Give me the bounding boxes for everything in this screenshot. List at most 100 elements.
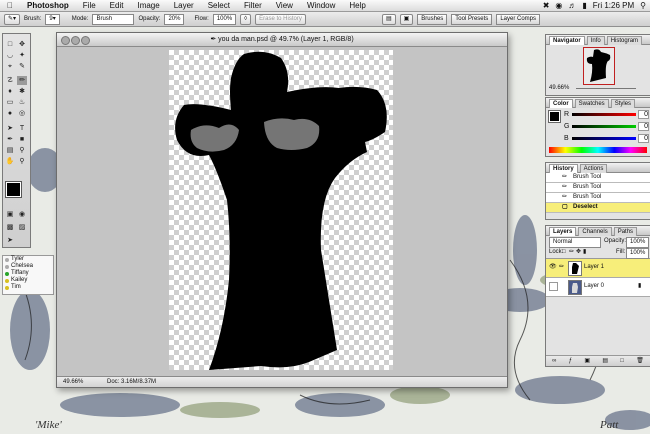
layer-row-layer-0[interactable]: Layer 0 ▮ (546, 278, 650, 297)
fill-input[interactable]: 100% (626, 248, 650, 259)
menu-select[interactable]: Select (201, 1, 237, 10)
volume-icon[interactable]: ♬ (568, 1, 576, 10)
navigator-thumbnail[interactable] (583, 47, 615, 85)
palette-well-tool-presets[interactable]: Tool Presets (451, 13, 493, 25)
tool-preset-picker[interactable]: ✎▾ (4, 13, 21, 25)
menu-layer[interactable]: Layer (167, 1, 201, 10)
palette-well-brushes[interactable]: Brushes (417, 13, 448, 25)
image-canvas[interactable] (169, 50, 393, 370)
standard-mode-icon[interactable]: ▣ (5, 210, 15, 219)
menu-image[interactable]: Image (130, 1, 166, 10)
new-layer-icon[interactable]: □ (620, 356, 624, 366)
erase-to-history-checkbox[interactable]: Erase to History (255, 13, 306, 25)
tab-paths[interactable]: Paths (613, 227, 638, 236)
full-screen-mode-icon[interactable]: ▨ (17, 223, 27, 232)
eyedropper-tool-icon[interactable]: ⚲ (17, 146, 27, 155)
app-menu[interactable]: Photoshop (20, 1, 76, 10)
dodge-tool-icon[interactable]: ◎ (17, 109, 27, 118)
delete-layer-icon[interactable]: 🗑 (636, 356, 644, 366)
opacity-input[interactable]: 20% (164, 13, 185, 25)
file-browser-icon[interactable]: ▤ (381, 13, 396, 25)
eraser-tool-icon[interactable]: ▭ (5, 98, 15, 107)
mode-select[interactable]: Brush (92, 13, 135, 25)
tab-history[interactable]: History (549, 164, 578, 173)
apple-menu-icon[interactable]:  (0, 1, 20, 10)
flow-input[interactable]: 100% (212, 13, 237, 25)
tab-styles[interactable]: Styles (610, 99, 636, 108)
color-spectrum-ramp[interactable] (549, 147, 647, 153)
bluetooth-icon[interactable]: ✖ (543, 1, 550, 10)
color-value-r[interactable]: 0 (638, 110, 649, 119)
lock-transparency-icon[interactable]: □ (562, 247, 566, 258)
palette-well-layer-comps[interactable]: Layer Comps (496, 13, 540, 25)
quick-mask-mode-icon[interactable]: ◉ (17, 210, 27, 219)
menu-view[interactable]: View (269, 1, 300, 10)
move-tool-icon[interactable]: ✥ (17, 40, 27, 49)
minimize-window-button[interactable] (71, 36, 80, 45)
tab-actions[interactable]: Actions (579, 164, 608, 173)
color-slider-g[interactable] (572, 125, 636, 128)
path-selection-tool-icon[interactable]: ➤ (5, 124, 15, 133)
doc-size-info[interactable]: Doc: 3.16M/8.37M (107, 377, 156, 387)
type-tool-icon[interactable]: T (17, 124, 27, 133)
color-value-b[interactable]: 0 (638, 134, 649, 143)
layer-style-icon[interactable]: ƒ (569, 356, 572, 366)
visibility-eye-icon[interactable]: 👁 (549, 263, 557, 270)
menu-edit[interactable]: Edit (103, 1, 131, 10)
color-foreground-swatch[interactable] (548, 110, 561, 123)
tab-color[interactable]: Color (549, 99, 573, 108)
link-layers-icon[interactable]: ∞ (552, 356, 556, 366)
jump-to-imageready-icon[interactable]: ➤ (5, 236, 15, 245)
healing-brush-tool-icon[interactable]: ☡ (5, 76, 15, 85)
shape-tool-icon[interactable]: ■ (17, 135, 27, 144)
paint-bucket-tool-icon[interactable]: ♨ (17, 98, 27, 107)
notes-tool-icon[interactable]: ▤ (5, 146, 15, 155)
hand-tool-icon[interactable]: ✋ (5, 157, 15, 166)
buddy-item-tyler[interactable]: Tyler (3, 256, 53, 263)
spotlight-icon[interactable]: ⚲ (640, 1, 646, 10)
color-slider-b[interactable] (572, 137, 636, 140)
menu-window[interactable]: Window (300, 1, 342, 10)
foreground-color-swatch[interactable] (5, 181, 22, 198)
document-title-bar[interactable]: ✒ you da man.psd @ 49.7% (Layer 1, RGB/8… (57, 33, 507, 47)
tab-info[interactable]: Info (586, 36, 605, 45)
wifi-icon[interactable]: ◉ (555, 1, 562, 10)
history-item[interactable]: ✏ Brush Tool (546, 173, 650, 183)
pen-tool-icon[interactable]: ✒ (5, 135, 15, 144)
airbrush-icon[interactable]: ◊ (240, 13, 252, 25)
history-brush-tool-icon[interactable]: ✱ (17, 87, 27, 96)
crop-tool-icon[interactable]: ⌖ (5, 62, 15, 71)
tab-histogram[interactable]: Histogram (606, 36, 643, 45)
new-group-icon[interactable]: ▤ (602, 356, 608, 366)
history-item-selected[interactable]: ▢ Deselect (546, 203, 650, 213)
buddy-item-tiffany[interactable]: Tiffany (3, 270, 53, 277)
menu-file[interactable]: File (76, 1, 103, 10)
zoom-window-button[interactable] (81, 36, 90, 45)
battery-icon[interactable]: ▮ (582, 1, 586, 10)
layer-row-layer-1[interactable]: 👁 ✏ Layer 1 (546, 259, 650, 278)
lasso-tool-icon[interactable]: ◡ (5, 51, 15, 60)
lock-position-icon[interactable]: ✥ (576, 247, 581, 258)
tab-channels[interactable]: Channels (578, 227, 612, 236)
menubar-clock[interactable]: Fri 1:26 PM (593, 1, 634, 10)
tab-layers[interactable]: Layers (549, 227, 577, 236)
color-slider-r[interactable] (572, 113, 636, 116)
visibility-toggle-empty[interactable] (549, 282, 558, 291)
screen-mode-icon[interactable]: ▩ (5, 223, 15, 232)
layer-mask-icon[interactable]: ▣ (584, 356, 590, 366)
blur-tool-icon[interactable]: ● (5, 109, 15, 118)
buddy-item-kailey[interactable]: Kailey (3, 277, 53, 284)
navigator-zoom-slider[interactable] (576, 88, 636, 89)
brush-tool-icon[interactable]: ✏ (17, 76, 27, 85)
slice-tool-icon[interactable]: ✎ (17, 62, 27, 71)
buddy-item-tim[interactable]: Tim (3, 284, 53, 291)
navigator-zoom-value[interactable]: 49.66% (549, 85, 569, 91)
marquee-tool-icon[interactable]: □ (5, 40, 15, 49)
palette-well-icon[interactable]: ▣ (399, 13, 414, 25)
zoom-level-field[interactable]: 49.66% (63, 377, 83, 387)
history-item[interactable]: ✏ Brush Tool (546, 193, 650, 203)
lock-all-icon[interactable]: ▮ (583, 247, 586, 258)
clone-stamp-tool-icon[interactable]: ♦ (5, 87, 15, 96)
menu-filter[interactable]: Filter (237, 1, 269, 10)
magic-wand-tool-icon[interactable]: ✦ (17, 51, 27, 60)
